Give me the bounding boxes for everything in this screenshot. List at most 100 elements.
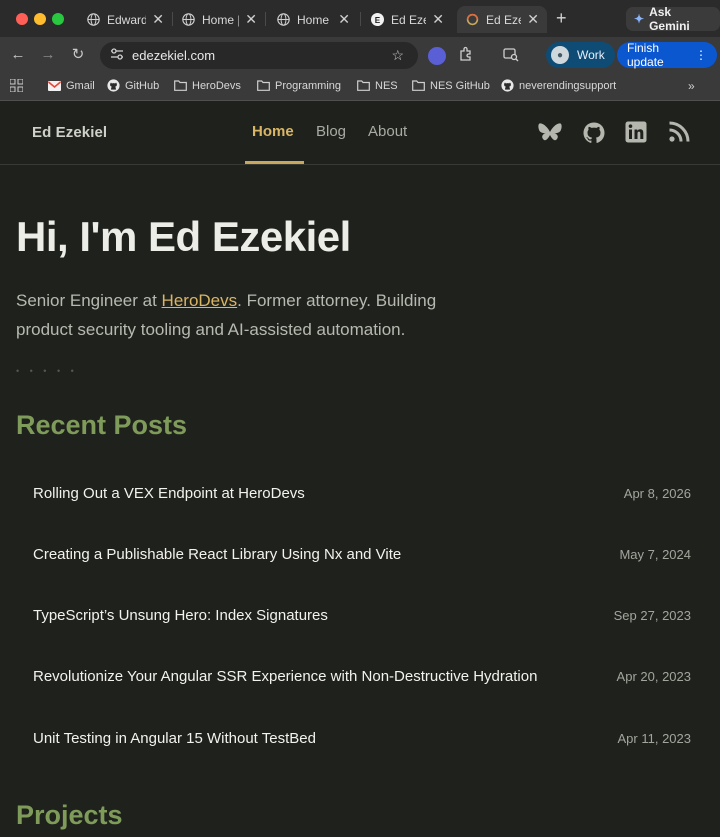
nav-blog-link[interactable]: Blog <box>316 123 346 140</box>
folder-icon <box>357 79 370 92</box>
bookmark-label: Gmail <box>66 79 95 92</box>
tab-title: Home | <box>297 12 333 27</box>
post-title[interactable]: TypeScript’s Unsung Hero: Index Signatur… <box>33 607 328 624</box>
finish-update-button[interactable]: Finish update ⋮ <box>617 41 717 69</box>
reload-icon[interactable]: ↻ <box>68 45 88 65</box>
window-minimize-button[interactable] <box>34 13 46 25</box>
bookmark-folder-herodevs[interactable]: HeroDevs <box>174 79 241 92</box>
close-icon[interactable]: ✕ <box>527 11 539 28</box>
site-brand-link[interactable]: Ed Ezekiel <box>32 124 107 141</box>
bookmark-star-icon[interactable]: ☆ <box>391 47 404 64</box>
hero-subtitle: Senior Engineer at HeroDevs. Former atto… <box>16 286 486 344</box>
folder-icon <box>412 79 425 92</box>
bookmark-neverendingsupport[interactable]: neverendingsupport <box>501 79 616 92</box>
tab-separator <box>265 12 266 26</box>
apps-grid-icon[interactable] <box>10 79 23 92</box>
post-list-item[interactable]: TypeScript’s Unsung Hero: Index Signatur… <box>16 589 704 641</box>
post-title[interactable]: Revolutionize Your Angular SSR Experienc… <box>33 668 537 685</box>
browser-tab[interactable]: Home | ✕ <box>268 6 358 33</box>
close-icon[interactable]: ✕ <box>245 11 257 28</box>
tab-title: Ed Eze <box>486 12 522 27</box>
finish-update-label: Finish update <box>627 41 664 69</box>
post-date: Apr 11, 2023 <box>617 730 691 746</box>
bookmark-folder-nes-github[interactable]: NES GitHub <box>412 79 490 92</box>
bookmark-github[interactable]: GitHub <box>107 79 159 92</box>
bluesky-icon[interactable] <box>537 121 562 145</box>
tab-separator <box>360 12 361 26</box>
bookmark-label: neverendingsupport <box>519 79 617 92</box>
browser-tab[interactable]: E Ed Eze ✕ <box>362 6 452 33</box>
post-list-item[interactable]: Revolutionize Your Angular SSR Experienc… <box>16 650 704 702</box>
recent-posts-heading: Recent Posts <box>16 410 188 440</box>
svg-text:E: E <box>374 16 380 25</box>
globe-icon <box>276 13 290 27</box>
bookmarks-bar: Gmail GitHub HeroDevs Programming NES NE… <box>0 73 720 101</box>
gemini-sparkle-icon: ✦ <box>634 12 645 26</box>
post-date: May 7, 2024 <box>619 546 691 562</box>
hero-title: Hi, I'm Ed Ezekiel <box>16 213 351 260</box>
tab-title: Ed Eze <box>391 12 427 27</box>
bookmark-label: NES GitHub <box>430 79 490 92</box>
github-icon <box>107 79 120 92</box>
bookmark-label: Programming <box>275 79 342 92</box>
bookmark-label: HeroDevs <box>192 79 241 92</box>
post-date: Apr 20, 2023 <box>616 668 691 684</box>
browser-tab[interactable]: Home | ✕ <box>173 6 265 33</box>
post-list-item[interactable]: Creating a Publishable React Library Usi… <box>16 528 704 580</box>
bookmark-folder-nes[interactable]: NES <box>357 79 398 92</box>
site-e-icon: E <box>370 13 384 27</box>
nav-about-link[interactable]: About <box>368 123 407 140</box>
post-title[interactable]: Rolling Out a VEX Endpoint at HeroDevs <box>33 485 305 502</box>
nav-active-indicator <box>245 161 304 164</box>
hero-subtitle-text: Senior Engineer at <box>16 291 162 310</box>
herodevs-link[interactable]: HeroDevs <box>162 291 238 310</box>
extension-icon[interactable] <box>428 47 446 65</box>
post-title[interactable]: Creating a Publishable React Library Usi… <box>33 546 401 563</box>
post-date: Sep 27, 2023 <box>613 607 691 623</box>
globe-icon <box>181 13 195 27</box>
profile-label: Work <box>577 48 605 62</box>
bookmark-folder-programming[interactable]: Programming <box>257 79 341 92</box>
address-bar[interactable]: edezekiel.com ☆ <box>100 42 418 69</box>
bookmarks-overflow-button[interactable]: » <box>688 79 695 93</box>
browser-toolbar: ← → ↻ edezekiel.com ☆ ● Work Finish upda… <box>0 37 720 73</box>
ask-gemini-button[interactable]: ✦ Ask Gemini <box>626 5 720 33</box>
more-vert-icon[interactable]: ⋮ <box>695 48 707 62</box>
bookmark-label: NES <box>375 79 398 92</box>
window-close-button[interactable] <box>16 13 28 25</box>
browser-tab[interactable]: Edward ✕ <box>78 6 172 33</box>
post-title[interactable]: Unit Testing in Angular 15 Without TestB… <box>33 730 316 747</box>
back-arrow-icon[interactable]: ← <box>8 45 28 65</box>
forward-arrow-icon[interactable]: → <box>38 45 58 65</box>
avatar: ● <box>551 46 569 64</box>
post-list-item[interactable]: Rolling Out a VEX Endpoint at HeroDevs A… <box>16 467 704 519</box>
close-icon[interactable]: ✕ <box>152 11 164 28</box>
bookmark-label: GitHub <box>125 79 160 92</box>
linkedin-icon[interactable] <box>625 121 649 145</box>
tab-strip: Edward ✕ Home | ✕ Home | ✕ E Ed Eze ✕ Ed… <box>0 0 720 37</box>
rss-icon[interactable] <box>668 121 692 145</box>
post-list-item[interactable]: Unit Testing in Angular 15 Without TestB… <box>16 712 704 764</box>
bookmark-gmail[interactable]: Gmail <box>48 79 95 92</box>
close-icon[interactable]: ✕ <box>432 11 444 28</box>
tab-title: Home | <box>202 12 240 27</box>
decorative-divider: • • • • • <box>16 366 78 376</box>
gmail-icon <box>48 79 61 92</box>
globe-icon <box>86 13 100 27</box>
projects-heading: Projects <box>16 800 123 830</box>
tab-title: Edward <box>107 12 147 27</box>
browser-tab-active[interactable]: Ed Eze ✕ <box>457 6 547 33</box>
url-text: edezekiel.com <box>132 48 216 63</box>
tab-search-icon[interactable] <box>503 46 519 65</box>
loading-icon <box>465 13 479 27</box>
post-date: Apr 8, 2026 <box>623 485 691 501</box>
new-tab-button[interactable]: + <box>556 8 567 28</box>
close-icon[interactable]: ✕ <box>338 11 350 28</box>
github-icon[interactable] <box>582 121 606 145</box>
site-info-icon[interactable] <box>108 48 126 63</box>
puzzle-extensions-icon[interactable] <box>458 46 474 65</box>
site-header: Ed Ezekiel Home Blog About <box>0 101 720 165</box>
profile-button[interactable]: ● Work <box>546 42 615 68</box>
window-maximize-button[interactable] <box>52 13 64 25</box>
nav-home-link[interactable]: Home <box>252 123 294 140</box>
